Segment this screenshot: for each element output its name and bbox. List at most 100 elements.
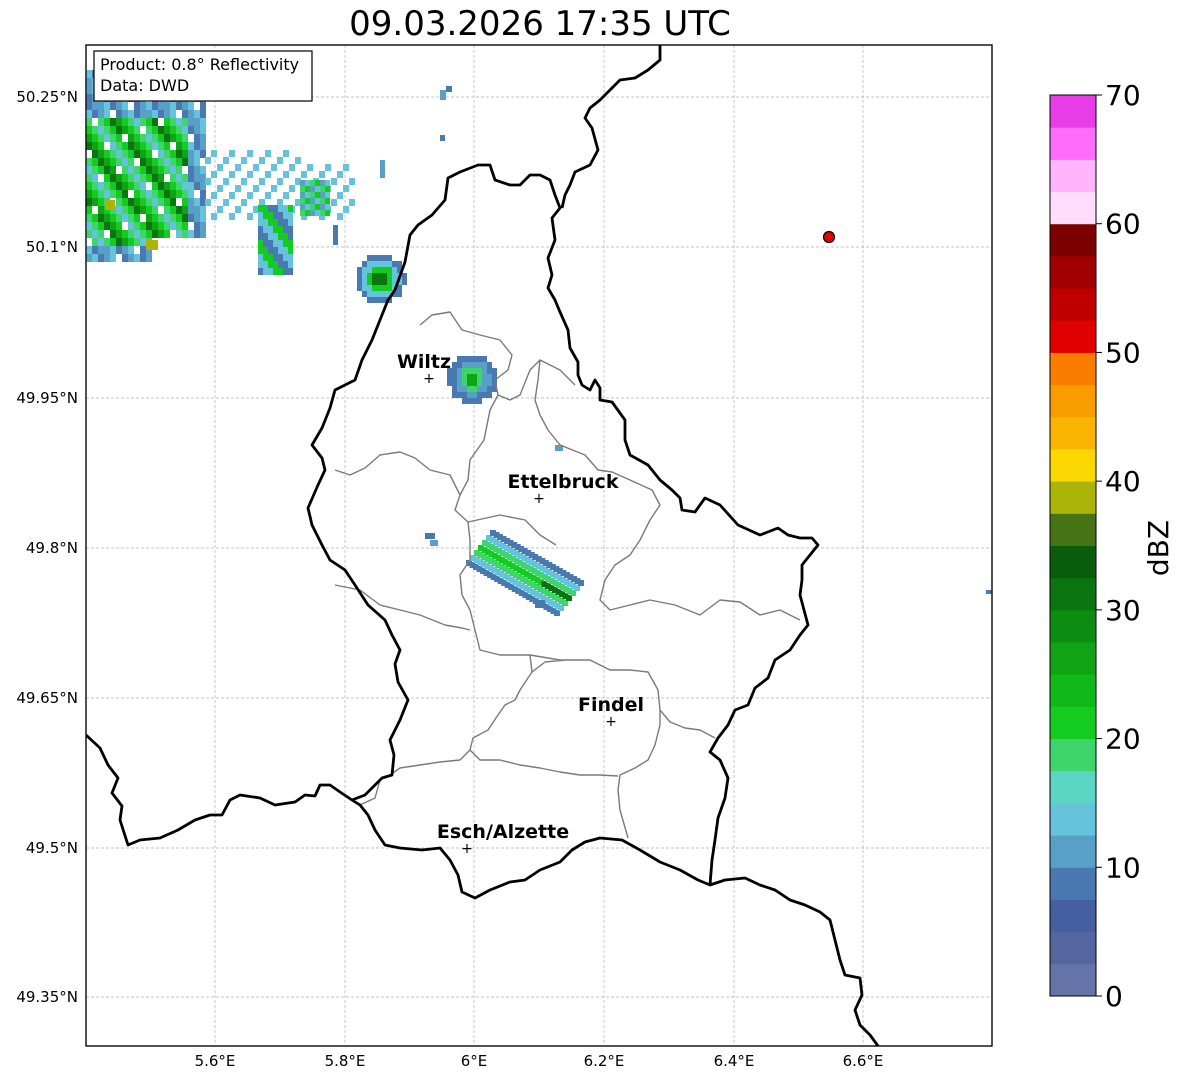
echo-cell: [268, 212, 273, 219]
echo-cell: [362, 285, 367, 291]
echo-cell: [116, 150, 122, 158]
echo-cell: [315, 186, 320, 192]
echo-cell: [457, 362, 462, 368]
echo-cell: [229, 150, 235, 157]
echo-cell: [315, 192, 320, 198]
echo-cell: [128, 246, 134, 254]
echo-cell: [325, 198, 330, 204]
echo-cell: [134, 134, 140, 142]
echo-cell: [235, 164, 241, 171]
echo-cell: [377, 267, 382, 273]
echo-cell: [320, 192, 325, 198]
echo-cell: [377, 285, 382, 291]
echo-cell: [86, 158, 92, 166]
echo-cell: [288, 254, 293, 261]
echo-cell: [152, 110, 158, 118]
echo-cell: [140, 206, 146, 214]
echo-cell: [472, 386, 477, 392]
echo-cell: [268, 261, 273, 268]
echo-cell: [200, 142, 206, 150]
echo-cell: [140, 238, 146, 246]
colorbar-segment: [1050, 191, 1096, 225]
echo-cell: [477, 356, 482, 362]
echo-cell: [110, 102, 116, 110]
echo-cell: [310, 198, 315, 204]
echo-cell: [430, 540, 438, 546]
echo-cell: [128, 126, 134, 134]
echo-cell: [122, 166, 128, 174]
echo-cell: [122, 254, 128, 262]
echo-cell: [104, 214, 110, 222]
echo-cell: [446, 86, 452, 92]
colorbar-segment: [1050, 223, 1096, 257]
colorbar-segment: [1050, 802, 1096, 836]
echo-cell: [223, 199, 229, 206]
echo-cell: [146, 110, 152, 118]
echo-cell: [300, 180, 305, 186]
echo-cell: [200, 110, 206, 118]
echo-cell: [253, 185, 259, 192]
echo-cell: [194, 142, 200, 150]
echo-cell: [283, 205, 288, 212]
echo-cell: [128, 118, 134, 126]
echo-cell: [86, 222, 92, 230]
echo-cell: [170, 134, 176, 142]
echo-cell: [305, 186, 310, 192]
echo-cell: [278, 212, 283, 219]
echo-cell: [452, 386, 457, 392]
echo-cell: [176, 102, 182, 110]
echo-cell: [164, 110, 170, 118]
echo-cell: [140, 230, 146, 238]
echo-cell: [170, 150, 176, 158]
echo-cell: [217, 185, 223, 192]
echo-cell: [482, 386, 487, 392]
echo-cell: [362, 261, 367, 267]
echo-cell: [472, 392, 477, 398]
echo-cell: [482, 380, 487, 386]
echo-cell: [263, 226, 268, 233]
echo-cell: [259, 178, 265, 185]
echo-cell: [92, 150, 98, 158]
colorbar-segment: [1050, 288, 1096, 321]
echo-cell: [170, 102, 176, 110]
echo-cell: [134, 222, 140, 230]
echo-cell: [194, 126, 200, 134]
echo-cell: [349, 199, 355, 206]
echo-cell: [146, 150, 152, 158]
echo-cell: [325, 186, 330, 192]
echo-cell: [86, 206, 92, 214]
echo-cell: [452, 380, 457, 386]
echo-cell: [104, 190, 110, 198]
echo-cell: [170, 214, 176, 222]
echo-cell: [182, 134, 188, 142]
city-marker-wiltz: +: [423, 371, 435, 387]
echo-cell: [146, 118, 152, 126]
echo-cell: [447, 380, 452, 386]
echo-cell: [211, 150, 217, 157]
echo-cell: [467, 362, 472, 368]
echo-cell: [134, 190, 140, 198]
echo-cell: [319, 171, 325, 178]
echo-cell: [86, 118, 92, 126]
x-tick-label: 6.4°E: [714, 1052, 755, 1070]
echo-cell: [152, 198, 158, 206]
echo-cell: [402, 279, 407, 285]
echo-cell: [128, 222, 134, 230]
echo-cell: [182, 126, 188, 134]
city-marker-ettelbruck: +: [533, 491, 545, 507]
y-tick-label: 49.8°N: [26, 539, 78, 557]
echo-cell: [258, 254, 263, 261]
echo-cell: [535, 600, 545, 608]
echo-cell: [457, 380, 462, 386]
city-label-ettelbruck: Ettelbruck: [508, 471, 619, 493]
echo-cell: [194, 206, 200, 214]
echo-cell: [263, 240, 268, 247]
echo-cell: [98, 254, 104, 262]
echo-cell: [288, 247, 293, 254]
colorbar-segment: [1050, 642, 1096, 675]
echo-cell: [288, 226, 293, 233]
echo-cell: [92, 126, 98, 134]
echo-cell: [387, 255, 392, 261]
echo-cell: [182, 198, 188, 206]
echo-cell: [200, 118, 206, 126]
